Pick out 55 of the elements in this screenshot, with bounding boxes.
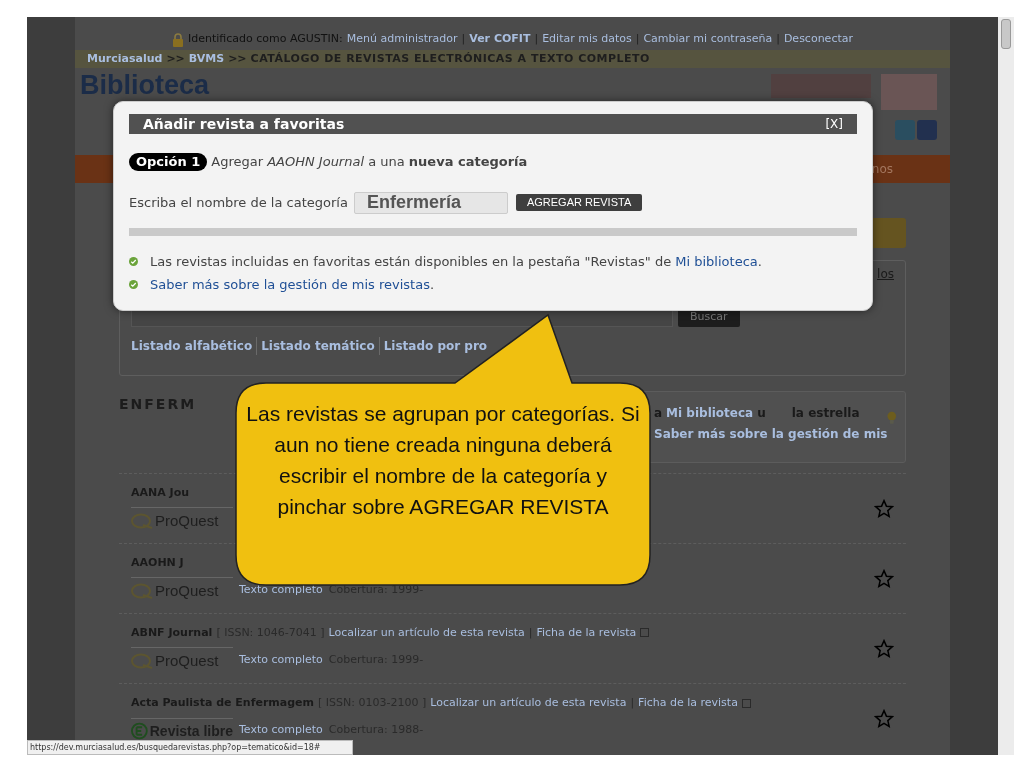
field-label: Escriba el nombre de la categoría: [129, 193, 348, 212]
separator-text: |: [461, 31, 466, 48]
fulltext-link[interactable]: Texto completo: [239, 721, 323, 738]
separator-text: |: [635, 31, 640, 48]
option-badge: Opción 1: [129, 152, 208, 171]
top-link[interactable]: Cambiar mi contraseña: [643, 31, 773, 48]
note-link[interactable]: Saber más sobre la gestión de mis revistas: [150, 277, 430, 292]
separator-text: |: [630, 695, 635, 712]
breadcrumb-current: CATÁLOGO DE REVISTAS ELECTRÓNICAS A TEXTO COMPLETO: [250, 50, 650, 67]
modal-title: Añadir revista a favoritas: [143, 114, 345, 134]
scrollbar[interactable]: [998, 17, 1014, 755]
check-icon: [129, 280, 138, 290]
record-icon: [741, 699, 751, 708]
option-text: Agregar AAOHN Journal a una nueva categoría: [211, 153, 528, 171]
note-text: Saber más sobre la gestión de mis revistas.: [150, 276, 435, 294]
nav-link[interactable]: nos: [871, 160, 893, 178]
breadcrumb-link[interactable]: Murciasalud: [87, 50, 163, 68]
status-url: https://dev.murciasalud.es/busquedarevistas.php?op=tematico&id=18#: [30, 741, 321, 754]
record-link[interactable]: Ficha de la revista: [638, 695, 738, 712]
category-input[interactable]: Enfermería: [353, 191, 508, 214]
service-logo: [881, 74, 937, 110]
top-link[interactable]: Editar mis datos: [542, 31, 632, 48]
locate-link[interactable]: Localizar un artículo de esta revista: [430, 695, 627, 712]
separator-text: |: [534, 31, 539, 48]
callout-text: Las revistas se agrupan por categorías. Si aun no tiene creada ninguna deberá escribir el nombre de la categoría y pinchar sobre AGREGAR REVISTA: [245, 401, 641, 520]
star-icon[interactable]: [874, 638, 894, 659]
info-link[interactable]: Saber más sobre la gestión de mis: [654, 425, 888, 443]
breadcrumb-separator: >>: [228, 50, 247, 67]
top-link[interactable]: Ver COFIT: [469, 31, 531, 48]
star-icon[interactable]: [874, 498, 894, 519]
top-link[interactable]: Desconectar: [783, 31, 853, 48]
top-link[interactable]: Menú administrador: [346, 31, 458, 48]
star-icon[interactable]: [874, 568, 894, 589]
check-icon: [129, 256, 138, 266]
separator-text: |: [528, 624, 533, 641]
fulltext-link[interactable]: Texto completo: [239, 581, 323, 598]
close-button[interactable]: [X]: [825, 115, 843, 133]
add-journal-button[interactable]: AGREGAR REVISTA: [515, 194, 643, 211]
info-link[interactable]: Mi biblioteca: [666, 404, 754, 422]
record-icon: [640, 628, 650, 638]
breadcrumb-link[interactable]: BVMS: [188, 50, 225, 68]
listing-link[interactable]: Listado temático: [256, 337, 379, 355]
category-value: Enfermería: [366, 191, 461, 214]
user-label: Identificado como AGUSTIN:: [188, 31, 343, 48]
note-text: Las revistas incluidas en favoritas están disponibles en la pestaña "Revistas" de Mi biblioteca.: [150, 252, 762, 271]
locate-link[interactable]: Localizar un artículo de esta revista: [328, 624, 525, 641]
record-link[interactable]: Ficha de la revista: [536, 624, 637, 641]
listing-link[interactable]: Listado por pro: [378, 337, 492, 355]
note-link[interactable]: Mi biblioteca: [675, 253, 758, 269]
listing-link[interactable]: Listado alfabético: [131, 337, 257, 355]
star-icon[interactable]: [874, 708, 894, 729]
separator-text: |: [776, 31, 780, 48]
breadcrumb-separator: >>: [166, 50, 185, 67]
fulltext-link[interactable]: Texto completo: [239, 651, 323, 668]
lock-icon: [172, 32, 184, 47]
